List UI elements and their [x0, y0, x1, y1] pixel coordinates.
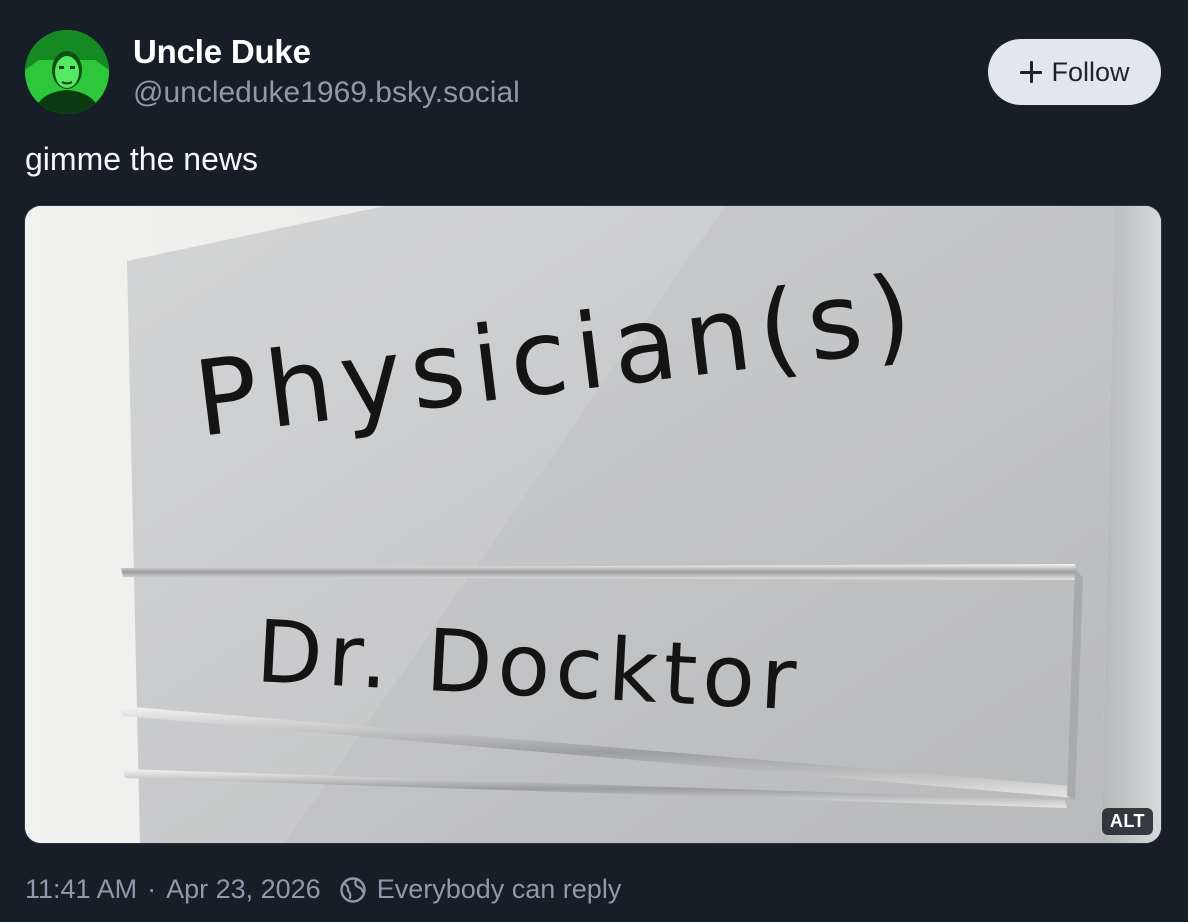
alt-text-badge[interactable]: ALT [1101, 808, 1153, 835]
avatar[interactable] [25, 30, 109, 114]
meta-separator: · [147, 874, 157, 904]
post-time[interactable]: 11:41 AM [25, 874, 137, 905]
avatar-photo [25, 30, 109, 114]
reply-setting[interactable]: Everybody can reply [377, 874, 622, 905]
post: Uncle Duke @uncleduke1969.bsky.social Fo… [0, 0, 1188, 922]
post-date[interactable]: Apr 23, 2026 [166, 874, 321, 905]
author-handle[interactable]: @uncleduke1969.bsky.social [133, 76, 520, 110]
post-image[interactable]: Physician(s) Dr. Docktor ALT [25, 206, 1161, 843]
follow-button-label: Follow [1051, 56, 1130, 87]
post-text: gimme the news [25, 141, 258, 177]
post-meta: 11:41 AM · Apr 23, 2026 Everybody can re… [25, 874, 621, 905]
sign-photo: Physician(s) Dr. Docktor [25, 206, 1161, 843]
plus-icon [1019, 60, 1043, 84]
author-display-name[interactable]: Uncle Duke [133, 33, 311, 71]
follow-button[interactable]: Follow [988, 39, 1161, 105]
globe-icon [339, 876, 367, 904]
